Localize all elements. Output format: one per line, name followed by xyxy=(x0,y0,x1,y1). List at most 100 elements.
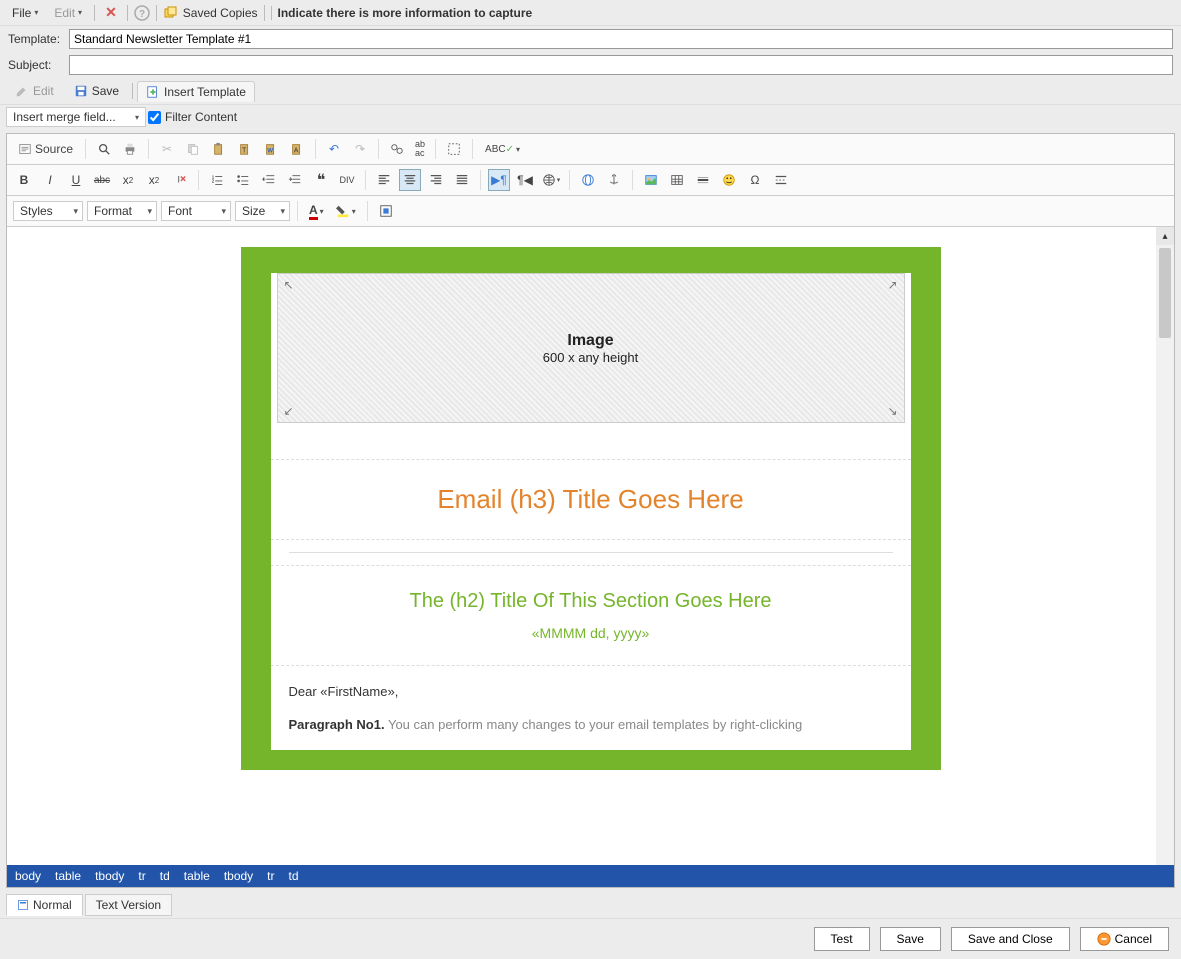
spellcheck-icon[interactable]: ABC✓▾ xyxy=(480,138,525,160)
image-icon[interactable] xyxy=(640,169,662,191)
styles-dropdown[interactable]: Styles xyxy=(13,201,83,221)
section-h2-title[interactable]: The (h2) Title Of This Section Goes Here xyxy=(289,590,893,613)
path-tr2[interactable]: tr xyxy=(267,869,274,883)
div-icon[interactable]: DIV xyxy=(336,169,358,191)
cancel-button[interactable]: Cancel xyxy=(1080,927,1169,951)
rtl-icon[interactable]: ¶◀ xyxy=(514,169,536,191)
edit-tab[interactable]: Edit xyxy=(6,80,63,102)
paragraph-text[interactable]: Paragraph No1. You can perform many chan… xyxy=(289,717,893,732)
paste-icon[interactable] xyxy=(208,138,230,160)
ltr-icon[interactable]: ▶¶ xyxy=(488,169,510,191)
scroll-thumb[interactable] xyxy=(1159,248,1171,338)
save-and-close-button[interactable]: Save and Close xyxy=(951,927,1070,951)
bullet-list-icon[interactable] xyxy=(232,169,254,191)
link-icon[interactable] xyxy=(577,169,599,191)
italic-icon[interactable]: I xyxy=(39,169,61,191)
size-dropdown[interactable]: Size xyxy=(235,201,290,221)
path-td2[interactable]: td xyxy=(289,869,299,883)
maximize-icon[interactable] xyxy=(375,200,397,222)
hr-icon[interactable] xyxy=(692,169,714,191)
remove-format-icon[interactable]: I xyxy=(169,169,191,191)
font-dropdown[interactable]: Font xyxy=(161,201,231,221)
align-center-icon[interactable] xyxy=(399,169,421,191)
vertical-scrollbar[interactable]: ▴ xyxy=(1156,227,1174,865)
table-icon[interactable] xyxy=(666,169,688,191)
normal-view-tab[interactable]: Normal xyxy=(6,894,83,916)
paste-word-icon[interactable]: W xyxy=(260,138,282,160)
format-dropdown[interactable]: Format xyxy=(87,201,157,221)
find-icon[interactable] xyxy=(386,138,408,160)
scroll-up-icon[interactable]: ▴ xyxy=(1156,227,1174,245)
help-icon[interactable]: ? xyxy=(134,5,150,21)
insert-template-tab[interactable]: Insert Template xyxy=(137,81,255,102)
path-tbody[interactable]: tbody xyxy=(95,869,124,883)
saved-copies-button[interactable]: Saved Copies xyxy=(163,5,258,21)
subject-input[interactable] xyxy=(69,55,1173,75)
editor-canvas[interactable]: ↖ ↗ ↙ ↘ Image 600 x any height Email (h3… xyxy=(7,227,1174,865)
language-icon[interactable]: ▾ xyxy=(540,169,562,191)
divider xyxy=(132,83,133,99)
svg-text:T: T xyxy=(242,148,247,155)
print-icon[interactable] xyxy=(119,138,141,160)
cut-icon[interactable]: ✂ xyxy=(156,138,178,160)
select-all-icon[interactable] xyxy=(443,138,465,160)
path-table2[interactable]: table xyxy=(184,869,210,883)
save-button[interactable]: Save xyxy=(880,927,941,951)
preview-icon[interactable] xyxy=(93,138,115,160)
close-icon[interactable]: ✕ xyxy=(101,4,121,21)
bold-icon[interactable]: B xyxy=(13,169,35,191)
filter-content-checkbox[interactable]: Filter Content xyxy=(148,110,237,124)
undo-icon[interactable]: ↶ xyxy=(323,138,345,160)
page-break-icon[interactable] xyxy=(770,169,792,191)
superscript-icon[interactable]: x2 xyxy=(143,169,165,191)
path-body[interactable]: body xyxy=(15,869,41,883)
filter-content-input[interactable] xyxy=(148,111,161,124)
replace-icon[interactable]: abac xyxy=(412,138,428,160)
save-tab[interactable]: Save xyxy=(65,80,128,102)
resize-handle-br-icon[interactable]: ↘ xyxy=(887,404,897,418)
align-left-icon[interactable] xyxy=(373,169,395,191)
resize-handle-tr-icon[interactable]: ↗ xyxy=(887,278,897,292)
test-button[interactable]: Test xyxy=(814,927,870,951)
insert-merge-field-dropdown[interactable]: Insert merge field... ▾ xyxy=(6,107,146,127)
smiley-icon[interactable] xyxy=(718,169,740,191)
align-right-icon[interactable] xyxy=(425,169,447,191)
blockquote-icon[interactable]: ❝ xyxy=(310,169,332,191)
info-status: Indicate there is more information to ca… xyxy=(271,6,539,20)
path-tbody2[interactable]: tbody xyxy=(224,869,253,883)
source-button[interactable]: Source xyxy=(13,138,78,160)
separator xyxy=(198,170,199,190)
underline-icon[interactable]: U xyxy=(65,169,87,191)
path-tr[interactable]: tr xyxy=(138,869,145,883)
resize-handle-bl-icon[interactable]: ↙ xyxy=(284,404,294,418)
file-menu[interactable]: File▾ xyxy=(6,3,44,23)
newsletter-title-section: Email (h3) Title Goes Here xyxy=(271,459,911,539)
paste-text-icon[interactable]: T xyxy=(234,138,256,160)
image-placeholder[interactable]: ↖ ↗ ↙ ↘ Image 600 x any height xyxy=(277,273,905,423)
paste-format-icon[interactable]: A xyxy=(286,138,308,160)
redo-icon[interactable]: ↷ xyxy=(349,138,371,160)
strikethrough-icon[interactable]: abc xyxy=(91,169,113,191)
outdent-icon[interactable] xyxy=(258,169,280,191)
align-justify-icon[interactable] xyxy=(451,169,473,191)
bg-color-icon[interactable]: ▾ xyxy=(332,200,360,222)
indent-icon[interactable] xyxy=(284,169,306,191)
element-path-bar: body table tbody tr td table tbody tr td xyxy=(7,865,1174,887)
special-char-icon[interactable]: Ω xyxy=(744,169,766,191)
resize-handle-tl-icon[interactable]: ↖ xyxy=(284,278,294,292)
edit-menu[interactable]: Edit▾ xyxy=(48,3,88,23)
divider xyxy=(94,5,95,21)
template-input[interactable] xyxy=(69,29,1173,49)
path-table[interactable]: table xyxy=(55,869,81,883)
copy-icon[interactable] xyxy=(182,138,204,160)
numbered-list-icon[interactable]: 12 xyxy=(206,169,228,191)
newsletter-section: The (h2) Title Of This Section Goes Here… xyxy=(271,565,911,665)
subscript-icon[interactable]: x2 xyxy=(117,169,139,191)
anchor-icon[interactable] xyxy=(603,169,625,191)
greeting-text[interactable]: Dear «FirstName», xyxy=(289,684,893,699)
path-td[interactable]: td xyxy=(160,869,170,883)
text-color-icon[interactable]: A▾ xyxy=(305,200,328,222)
email-h3-title[interactable]: Email (h3) Title Goes Here xyxy=(289,484,893,515)
text-version-tab[interactable]: Text Version xyxy=(85,894,172,916)
date-merge-field[interactable]: «MMMM dd, yyyy» xyxy=(289,625,893,641)
